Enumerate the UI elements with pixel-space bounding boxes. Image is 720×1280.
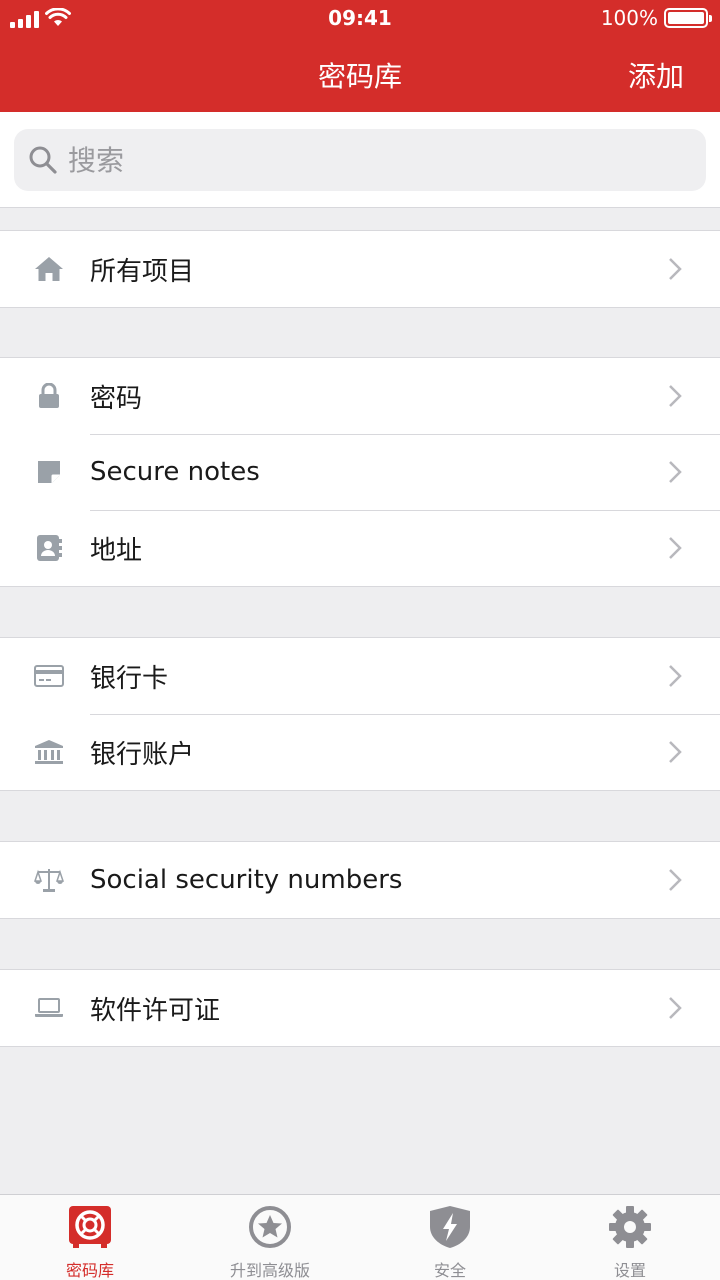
category-group-personal: 密码 Secure notes 地址 [0, 357, 720, 587]
category-group-identity: Social security numbers [0, 841, 720, 919]
tab-label: 密码库 [65, 1261, 114, 1280]
category-row-passwords[interactable]: 密码 [0, 358, 720, 434]
bank-icon [34, 738, 64, 766]
search-bar [0, 112, 720, 208]
status-bar: 09:41 100% [0, 0, 720, 38]
tab-upgrade[interactable]: 升到高级版 [180, 1195, 360, 1280]
category-group-all: 所有项目 [0, 230, 720, 308]
category-label: 银行账户 [90, 739, 195, 770]
chevron-right-icon [669, 869, 682, 891]
app-header: 09:41 100% 密码库 添加 [0, 0, 720, 112]
category-label: 银行卡 [90, 663, 169, 694]
chevron-right-icon [669, 461, 682, 483]
gear-icon [609, 1206, 651, 1248]
note-icon [34, 458, 64, 486]
laptop-icon [34, 994, 64, 1022]
category-row-social-security-numbers[interactable]: Social security numbers [0, 842, 720, 918]
category-row-secure-notes[interactable]: Secure notes [0, 434, 720, 510]
category-row-bank-accounts[interactable]: 银行账户 [0, 714, 720, 790]
battery-status: 100% [600, 6, 712, 30]
category-label: 密码 [90, 383, 143, 414]
credit-card-icon [34, 662, 64, 690]
tab-vault[interactable]: 密码库 [0, 1195, 180, 1280]
category-row-software-licenses[interactable]: 软件许可证 [0, 970, 720, 1046]
search-input[interactable] [68, 143, 668, 177]
category-label: Secure notes [90, 457, 260, 487]
star-badge-icon [249, 1206, 291, 1248]
home-icon [34, 255, 64, 283]
category-label: Social security numbers [90, 865, 403, 895]
tab-security[interactable]: 安全 [360, 1195, 540, 1280]
category-label: 地址 [90, 535, 143, 566]
category-row-addresses[interactable]: 地址 [0, 510, 720, 586]
add-button[interactable]: 添加 [628, 55, 684, 95]
chevron-right-icon [669, 385, 682, 407]
search-field[interactable] [14, 129, 706, 191]
shield-bolt-icon [430, 1206, 470, 1248]
tab-label: 升到高级版 [229, 1261, 310, 1280]
search-icon [29, 146, 57, 174]
category-group-software: 软件许可证 [0, 969, 720, 1047]
tab-settings[interactable]: 设置 [540, 1195, 720, 1280]
category-row-bank-cards[interactable]: 银行卡 [0, 638, 720, 714]
tab-label: 设置 [613, 1261, 646, 1280]
battery-percent: 100% [600, 6, 658, 30]
contact-card-icon [34, 534, 64, 562]
scales-icon [34, 866, 64, 894]
lock-icon [34, 382, 64, 410]
category-row-all-items[interactable]: 所有项目 [0, 231, 720, 307]
chevron-right-icon [669, 741, 682, 763]
tab-bar: 密码库 升到高级版 安全 设置 [0, 1194, 720, 1280]
chevron-right-icon [669, 997, 682, 1019]
battery-icon [664, 8, 712, 28]
tab-label: 安全 [433, 1261, 466, 1280]
category-label: 软件许可证 [90, 995, 221, 1026]
chevron-right-icon [669, 258, 682, 280]
page-title: 密码库 [317, 60, 402, 93]
category-group-finance: 银行卡 银行账户 [0, 637, 720, 791]
chevron-right-icon [669, 665, 682, 687]
vault-icon [69, 1206, 111, 1248]
category-label: 所有项目 [90, 256, 195, 287]
chevron-right-icon [669, 537, 682, 559]
